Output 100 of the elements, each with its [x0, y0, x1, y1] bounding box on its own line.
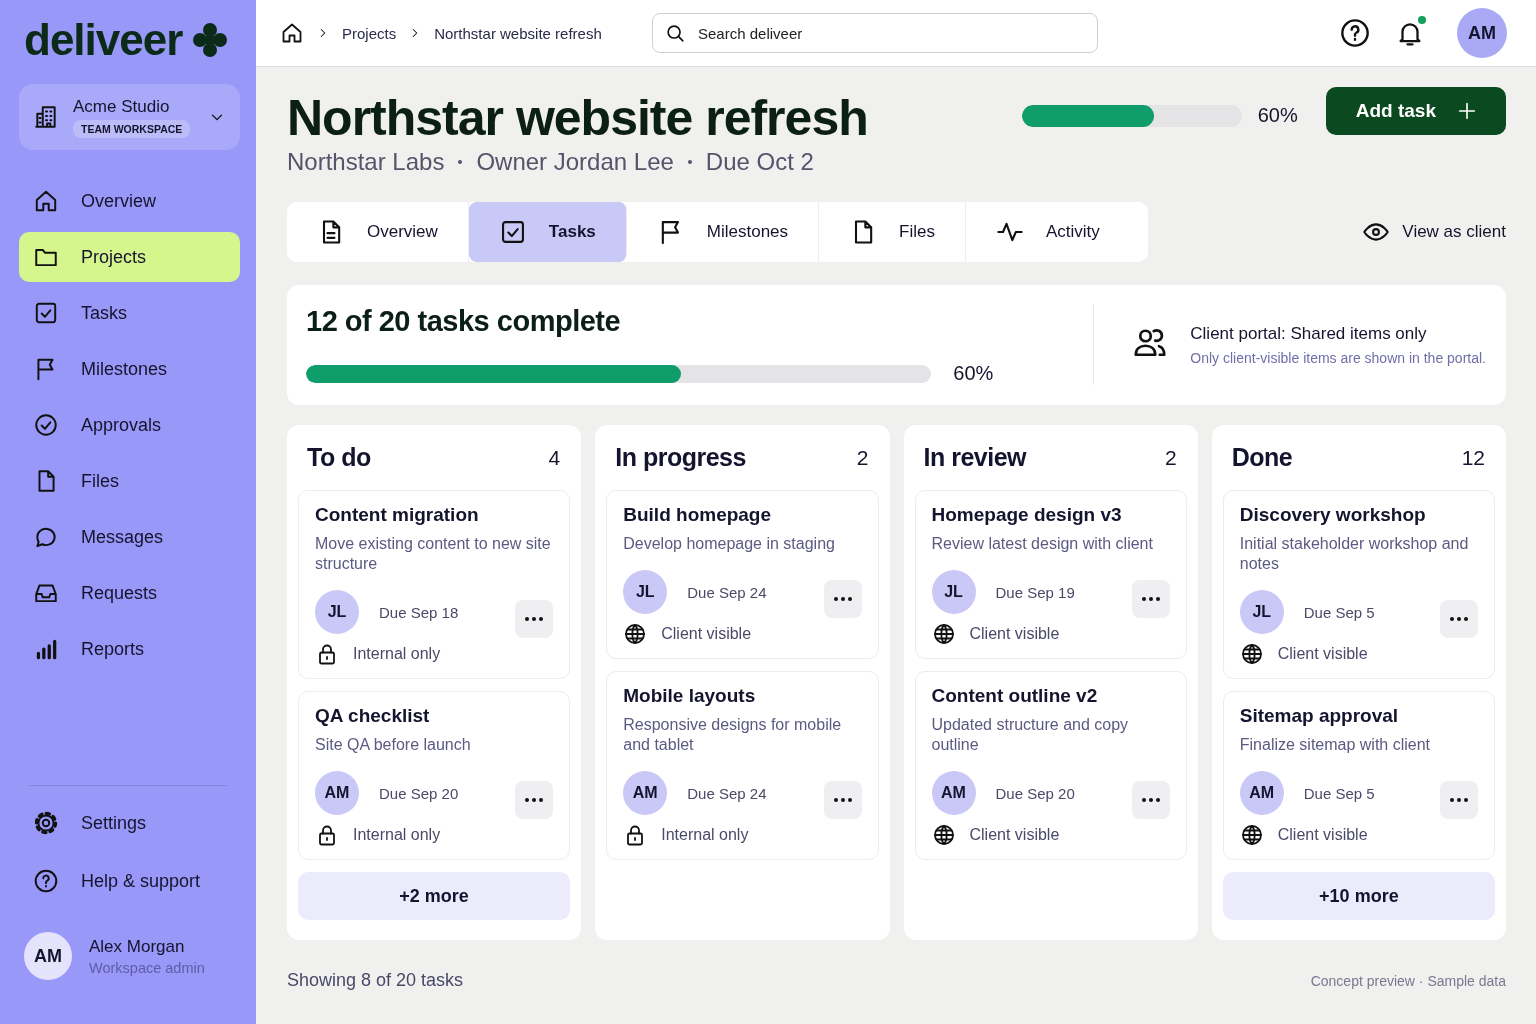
more-icon: [1141, 597, 1160, 601]
task-card[interactable]: Discovery workshop Initial stakeholder workshop and notes JL Due Sep 5 Client visible: [1222, 490, 1495, 679]
progress-percent: 60%: [953, 362, 994, 385]
task-count: Showing 8 of 20 tasks: [287, 970, 464, 991]
task-description: Finalize sitemap with client: [1239, 735, 1432, 755]
assignee-avatar: JL: [1239, 590, 1284, 634]
search-field[interactable]: Search deliveer: [652, 13, 1098, 53]
nav-item[interactable]: Messages: [19, 512, 240, 562]
nav-item[interactable]: Tasks: [19, 288, 240, 338]
task-title: Content outline v2: [931, 685, 1099, 707]
tab[interactable]: Tasks: [468, 202, 627, 262]
more-icon: [1141, 798, 1160, 802]
task-card[interactable]: Sitemap approval Finalize sitemap with client AM Due Sep 5 Client visible: [1222, 691, 1495, 860]
search-icon: [664, 22, 686, 44]
due-date: Due Sep 24: [687, 784, 768, 802]
nav-item[interactable]: Help & support: [19, 856, 240, 906]
assignee-avatar: AM: [315, 771, 359, 815]
visibility-label: Client visible: [969, 826, 1060, 844]
footer-note: Concept preview · Sample data: [1310, 972, 1506, 989]
task-card[interactable]: Content migration Move existing content to new site structure JL Due Sep 18 Internal only: [298, 490, 571, 679]
nav-item[interactable]: Milestones: [19, 344, 240, 394]
column-count: 2: [1165, 445, 1177, 470]
project-title: Northstar website refresh: [287, 91, 869, 145]
column-count: 2: [856, 445, 869, 470]
add-task-button[interactable]: Add task: [1325, 87, 1506, 135]
user-avatar: AM: [24, 932, 72, 980]
checkbox-icon: [33, 300, 59, 326]
globe-icon: [623, 622, 648, 646]
visibility-label: Client visible: [661, 625, 752, 643]
globe-icon: [1239, 823, 1264, 847]
due-date: Due Sep 19: [995, 583, 1076, 601]
assignee-avatar: AM: [1239, 771, 1284, 815]
task-description: Review latest design with client: [931, 534, 1154, 554]
workspace-switcher[interactable]: Acme Studio TEAM WORKSPACE: [19, 84, 240, 150]
task-title: Mobile layouts: [623, 685, 757, 707]
more-button[interactable]: [823, 580, 862, 618]
visibility-label: Internal only: [353, 826, 441, 844]
assignee-avatar: JL: [623, 570, 668, 614]
more-icon: [525, 617, 544, 621]
task-description: Develop homepage in staging: [623, 534, 836, 554]
globe-icon: [931, 823, 956, 847]
breadcrumb-link[interactable]: Northstar website refresh: [434, 24, 602, 42]
project-meta: Due Oct 2: [705, 148, 814, 176]
task-title: Homepage design v3: [931, 504, 1123, 526]
task-description: Updated structure and copy outline: [931, 715, 1130, 755]
assignee-avatar: AM: [623, 771, 668, 815]
more-button[interactable]: [1440, 781, 1478, 819]
workspace-badge: TEAM WORKSPACE: [73, 119, 191, 138]
due-date: Due Sep 24: [687, 583, 768, 601]
more-icon: [525, 798, 544, 802]
task-card[interactable]: Mobile layouts Responsive designs for mobile and tablet AM Due Sep 24 Internal only: [606, 671, 879, 860]
task-description: Responsive designs for mobile and tablet: [623, 715, 843, 755]
globe-icon: [1239, 642, 1264, 666]
column-count: 12: [1461, 445, 1485, 470]
home-icon: [280, 21, 304, 45]
show-more-button[interactable]: +10 more: [1222, 872, 1495, 920]
nav-item[interactable]: Approvals: [19, 400, 240, 450]
more-button[interactable]: [515, 600, 554, 638]
task-title: Build homepage: [623, 504, 773, 526]
task-card[interactable]: Homepage design v3 Review latest design with client JL Due Sep 19 Client visible: [914, 490, 1187, 659]
task-title: Discovery workshop: [1239, 504, 1427, 526]
globe-icon: [931, 622, 956, 646]
portal-title: Client portal: Shared items only: [1190, 324, 1428, 344]
user-avatar[interactable]: AM: [1457, 8, 1507, 58]
more-button[interactable]: [823, 781, 862, 819]
nav-item[interactable]: Files: [19, 456, 240, 506]
task-card[interactable]: Content outline v2 Updated structure and copy outline AM Due Sep 20 Client visible: [914, 671, 1187, 860]
task-description: Initial stakeholder workshop and notes: [1239, 534, 1470, 574]
tasks-complete-title: 12 of 20 tasks complete: [306, 305, 622, 338]
settings-icon: [33, 810, 59, 836]
task-description: Site QA before launch: [315, 735, 472, 755]
user-role: Workspace admin: [89, 959, 205, 976]
assignee-avatar: JL: [931, 570, 976, 614]
help-icon: [1339, 17, 1371, 49]
assignee-avatar: AM: [931, 771, 976, 815]
nav-item[interactable]: Settings: [19, 798, 240, 848]
building-icon: [33, 104, 59, 130]
portal-note: Only client-visible items are shown in the portal.: [1190, 350, 1486, 366]
assignee-avatar: JL: [315, 590, 359, 634]
more-icon: [1450, 617, 1468, 621]
task-card[interactable]: QA checklist Site QA before launch AM Due Sep 20 Internal only: [298, 691, 571, 860]
nav-item[interactable]: Reports: [19, 624, 240, 674]
task-card[interactable]: Build homepage Develop homepage in staging JL Due Sep 24 Client visible: [606, 490, 879, 659]
user-name: Alex Morgan: [89, 936, 186, 957]
more-button[interactable]: [1131, 580, 1170, 618]
breadcrumb-link[interactable]: Projects: [342, 24, 397, 42]
visibility-label: Client visible: [969, 625, 1060, 643]
more-button[interactable]: [515, 781, 554, 819]
more-button[interactable]: [1440, 600, 1478, 638]
nav-item[interactable]: Projects: [19, 232, 240, 282]
view-as-client-button[interactable]: View as client: [1362, 218, 1506, 246]
show-more-button[interactable]: +2 more: [298, 872, 571, 920]
task-description: Move existing content to new site structure: [315, 534, 552, 574]
more-button[interactable]: [1131, 781, 1170, 819]
visibility-label: Client visible: [1277, 645, 1368, 663]
nav-item[interactable]: Overview: [19, 176, 240, 226]
tab[interactable]: Overview: [287, 202, 469, 262]
task-title: QA checklist: [315, 705, 431, 727]
nav-item[interactable]: Requests: [19, 568, 240, 618]
visibility-label: Internal only: [661, 826, 749, 844]
